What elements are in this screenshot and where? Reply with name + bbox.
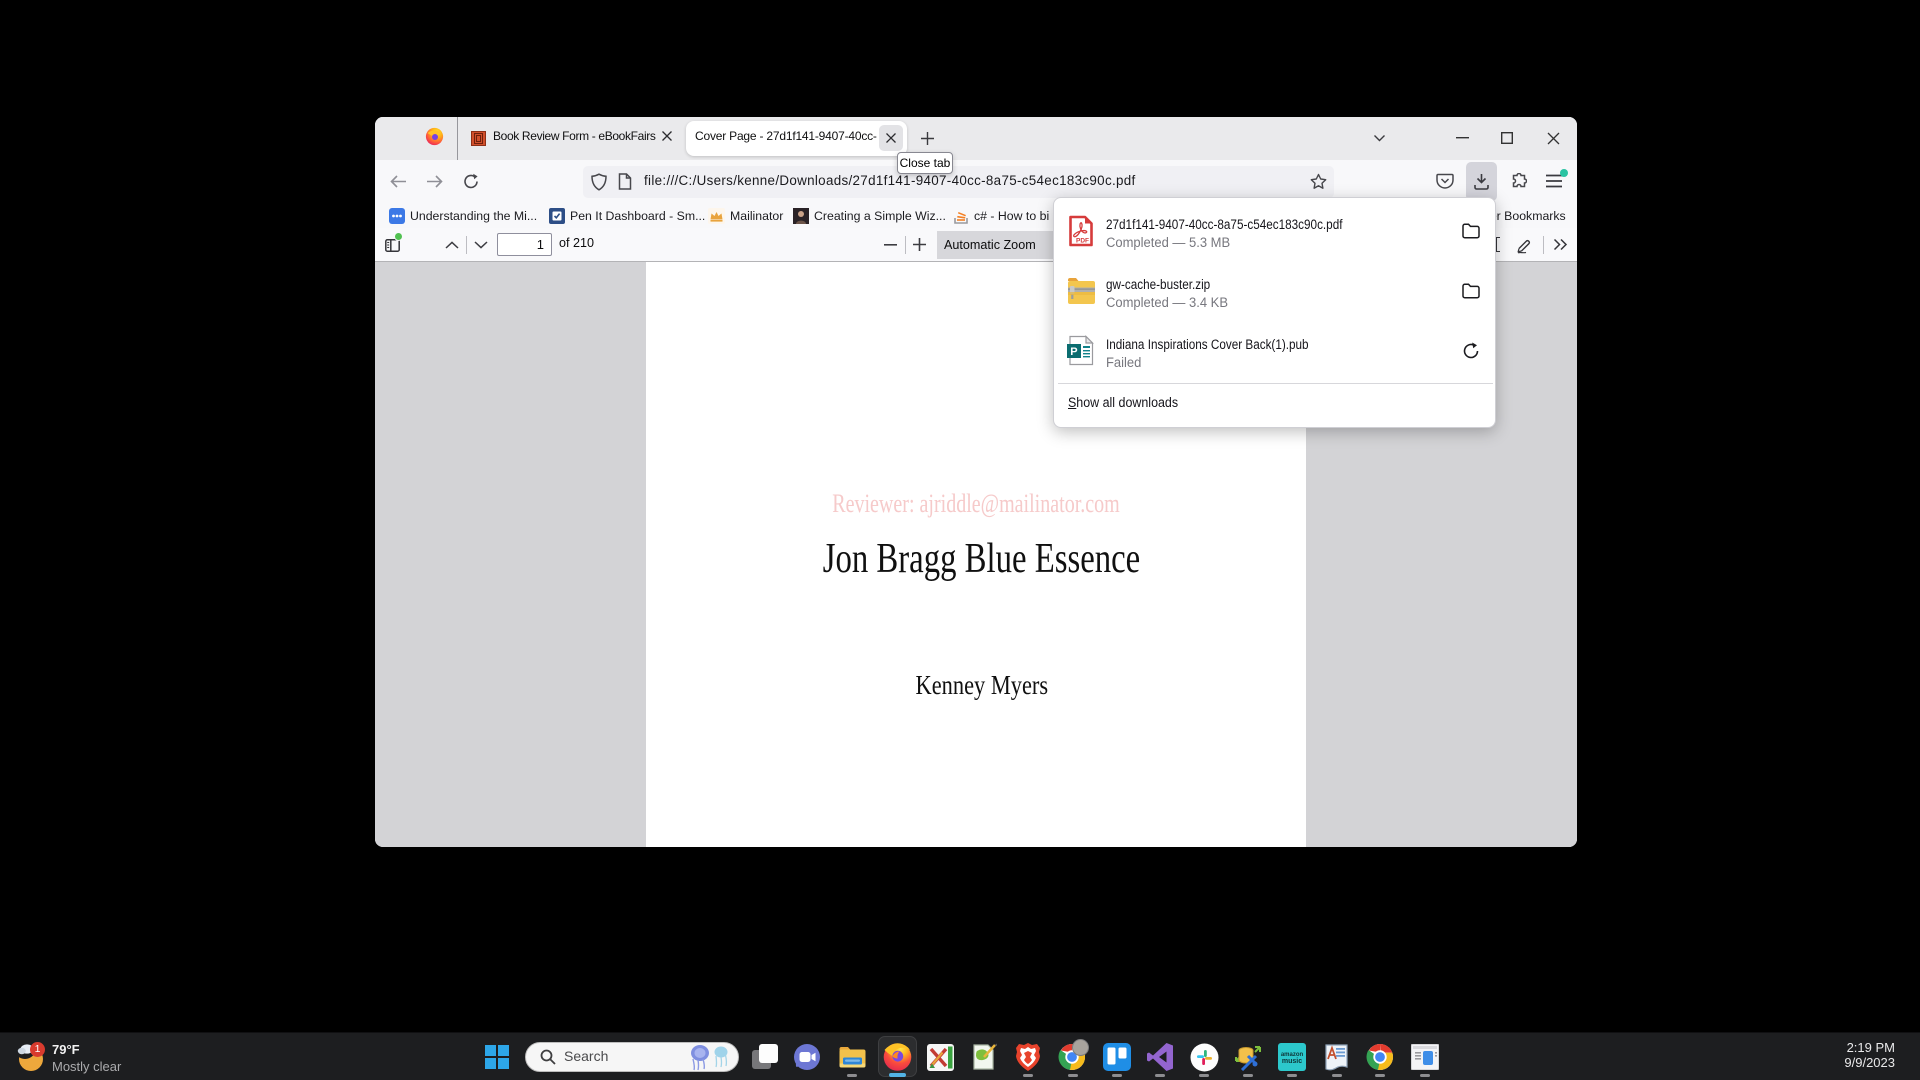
svg-text:music: music <box>1282 1058 1302 1065</box>
svg-text:P: P <box>1070 346 1077 358</box>
svg-text:PDF: PDF <box>1076 238 1089 245</box>
